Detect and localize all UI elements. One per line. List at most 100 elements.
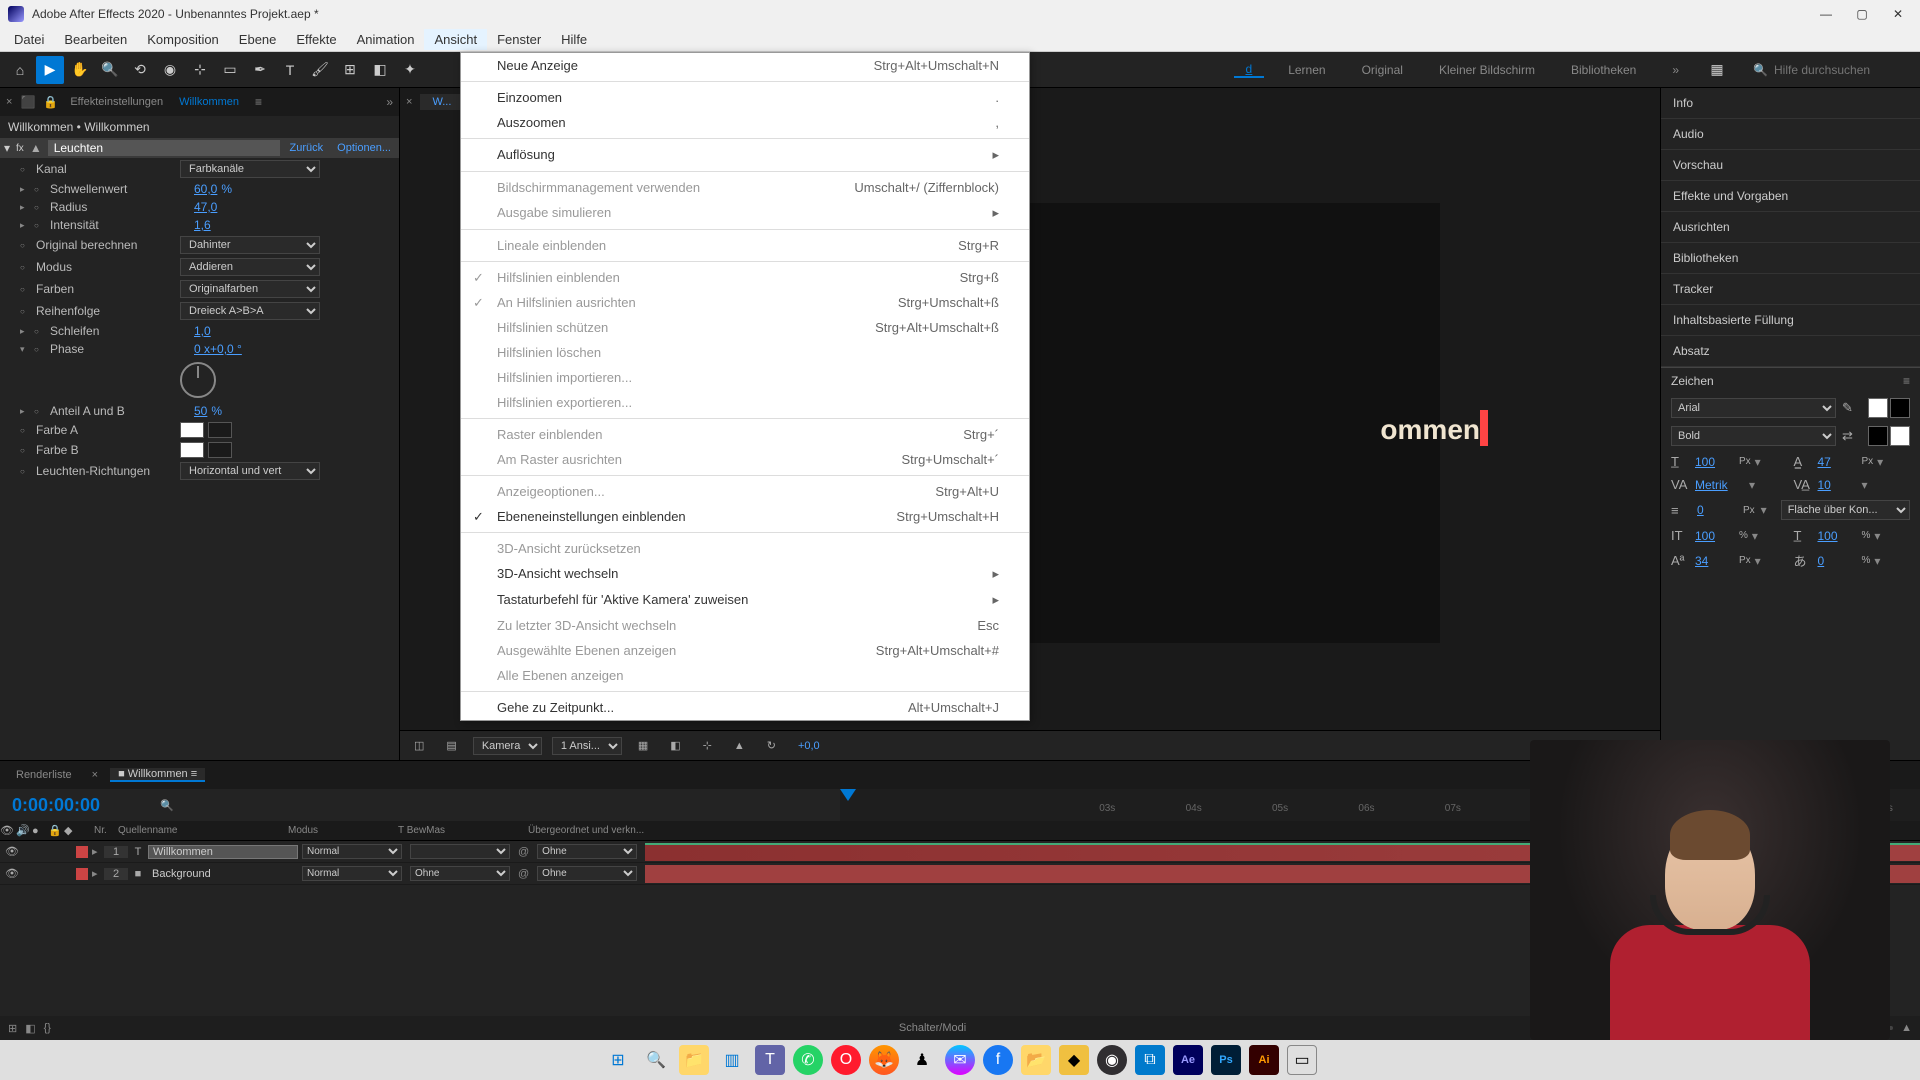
menu-item[interactable]: Einzoomen. xyxy=(461,85,1029,110)
panel-vorschau[interactable]: Vorschau xyxy=(1661,150,1920,181)
layer-eye-icon[interactable]: 👁 xyxy=(0,867,24,880)
farbe-a-swatch[interactable] xyxy=(180,422,204,438)
vscode-icon[interactable]: ⧉ xyxy=(1135,1045,1165,1075)
workspace-more[interactable]: » xyxy=(1660,63,1691,77)
layer-name[interactable]: Background xyxy=(148,868,298,880)
workspace-kleiner[interactable]: Kleiner Bildschirm xyxy=(1427,63,1547,77)
explorer-icon[interactable]: 📁 xyxy=(679,1045,709,1075)
clone-tool[interactable]: ⊞ xyxy=(336,56,364,84)
tsume-value[interactable]: 0 xyxy=(1818,554,1858,568)
menu-ebene[interactable]: Ebene xyxy=(229,29,287,50)
illustrator-icon[interactable]: Ai xyxy=(1249,1045,1279,1075)
stopwatch-icon[interactable]: ○ xyxy=(34,185,46,194)
layer-expand-icon[interactable]: ▸ xyxy=(92,845,104,858)
panel-bibliotheken[interactable]: Bibliotheken xyxy=(1661,243,1920,274)
panel-absatz[interactable]: Absatz xyxy=(1661,336,1920,367)
selection-tool[interactable]: ▶ xyxy=(36,56,64,84)
menu-item[interactable]: Auflösung▸ xyxy=(461,142,1029,168)
farbe-b-eyedropper[interactable] xyxy=(208,442,232,458)
phase-dial[interactable] xyxy=(180,362,216,398)
parent-pickwhip-icon[interactable]: @ xyxy=(518,868,529,880)
prop-original-select[interactable]: Dahinter xyxy=(180,236,320,254)
minimize-button[interactable]: — xyxy=(1820,8,1832,20)
grid-icon[interactable]: ▦ xyxy=(632,739,654,752)
swatch2[interactable] xyxy=(1890,426,1910,446)
stopwatch-icon[interactable]: ○ xyxy=(34,203,46,212)
prop-schwellenwert-value[interactable]: 60,0 xyxy=(194,182,217,196)
col-trkmat[interactable]: T BewMas xyxy=(392,825,522,836)
3d-icon[interactable]: ▲ xyxy=(728,740,751,752)
firefox-icon[interactable]: 🦊 xyxy=(869,1045,899,1075)
playhead[interactable] xyxy=(840,789,856,801)
effect-name[interactable]: Leuchten xyxy=(48,140,280,156)
opera-icon[interactable]: O xyxy=(831,1045,861,1075)
stopwatch-icon[interactable]: ○ xyxy=(34,407,46,416)
layer-trkmat-select[interactable]: Ohne xyxy=(410,866,510,881)
hscale-value[interactable]: 100 xyxy=(1818,529,1858,543)
effect-options-link[interactable]: Optionen... xyxy=(333,142,395,154)
tracking-value[interactable]: 10 xyxy=(1818,478,1858,492)
stopwatch-icon[interactable]: ○ xyxy=(20,241,32,250)
stopwatch-icon[interactable]: ○ xyxy=(20,426,32,435)
character-menu-icon[interactable]: ≡ xyxy=(1903,374,1910,388)
expand-icon[interactable]: ▸ xyxy=(20,406,30,417)
fill-color[interactable] xyxy=(1868,398,1888,418)
footer-label[interactable]: Schalter/Modi xyxy=(899,1022,966,1034)
renderlist-tab[interactable]: Renderliste xyxy=(8,769,80,781)
lock-col-icon[interactable]: 🔒 xyxy=(48,825,62,837)
fx-icon[interactable]: fx xyxy=(16,143,24,154)
workspace-standard[interactable]: d xyxy=(1234,62,1265,78)
stopwatch-icon[interactable]: ○ xyxy=(20,307,32,316)
stroke-color[interactable] xyxy=(1890,398,1910,418)
viewer-close-icon[interactable]: × xyxy=(406,96,412,108)
panel-audio[interactable]: Audio xyxy=(1661,119,1920,150)
prop-phase-value[interactable]: 0 x+0,0 ° xyxy=(194,342,242,356)
menu-ansicht[interactable]: Ansicht xyxy=(424,29,487,50)
workspace-switcher[interactable]: ▦ xyxy=(1703,56,1731,84)
facebook-icon[interactable]: f xyxy=(983,1045,1013,1075)
type-tool[interactable]: T xyxy=(276,56,304,84)
prop-richtungen-select[interactable]: Horizontal und vert xyxy=(180,462,320,480)
workspace-bibliotheken[interactable]: Bibliotheken xyxy=(1559,63,1648,77)
leading-value[interactable]: 47 xyxy=(1818,455,1858,469)
panel-menu-icon[interactable]: » xyxy=(386,95,393,109)
swatch1[interactable] xyxy=(1868,426,1888,446)
prop-reihenfolge-select[interactable]: Dreieck A>B>A xyxy=(180,302,320,320)
obs-icon[interactable]: ◉ xyxy=(1097,1045,1127,1075)
refresh-icon[interactable]: ↻ xyxy=(761,739,782,752)
toggle-modes-icon[interactable]: ◧ xyxy=(25,1022,35,1035)
tab-close-icon[interactable]: × xyxy=(92,769,98,781)
panel-tracker[interactable]: Tracker xyxy=(1661,274,1920,305)
stopwatch-icon[interactable]: ○ xyxy=(20,263,32,272)
ref-icon[interactable]: ⊹ xyxy=(697,739,718,752)
expand-icon[interactable]: ▸ xyxy=(20,202,30,213)
anchor-tool[interactable]: ⊹ xyxy=(186,56,214,84)
panel-effekte-vorgaben[interactable]: Effekte und Vorgaben xyxy=(1661,181,1920,212)
panel-lock-icon[interactable]: ⬛ xyxy=(20,95,35,109)
effect-vis-icon[interactable]: ▲ xyxy=(30,141,42,155)
farbe-b-swatch[interactable] xyxy=(180,442,204,458)
expand-icon[interactable]: ▸ xyxy=(20,184,30,195)
panel-lock2-icon[interactable]: 🔒 xyxy=(43,95,58,109)
kerning-value[interactable]: Metrik xyxy=(1695,478,1745,492)
menu-bearbeiten[interactable]: Bearbeiten xyxy=(54,29,137,50)
teams-icon[interactable]: T xyxy=(755,1045,785,1075)
app-icon-2[interactable]: ◆ xyxy=(1059,1045,1089,1075)
folder-icon[interactable]: 📂 xyxy=(1021,1045,1051,1075)
whatsapp-icon[interactable]: ✆ xyxy=(793,1045,823,1075)
effect-toggle-icon[interactable]: ▾ xyxy=(4,141,10,155)
views-select[interactable]: 1 Ansi... xyxy=(552,737,622,755)
panel-info[interactable]: Info xyxy=(1661,88,1920,119)
hand-tool[interactable]: ✋ xyxy=(66,56,94,84)
stopwatch-icon[interactable]: ○ xyxy=(20,467,32,476)
prop-kanal-select[interactable]: Farbkanäle xyxy=(180,160,320,178)
aftereffects-icon[interactable]: Ae xyxy=(1173,1045,1203,1075)
menu-animation[interactable]: Animation xyxy=(347,29,425,50)
maximize-button[interactable]: ▢ xyxy=(1856,8,1868,20)
prop-anteil-value[interactable]: 50 xyxy=(194,404,207,418)
app-icon-1[interactable]: ♟ xyxy=(907,1045,937,1075)
farbe-a-eyedropper[interactable] xyxy=(208,422,232,438)
menu-komposition[interactable]: Komposition xyxy=(137,29,229,50)
solo-col-icon[interactable]: ● xyxy=(32,825,39,837)
messenger-icon[interactable]: ✉ xyxy=(945,1045,975,1075)
